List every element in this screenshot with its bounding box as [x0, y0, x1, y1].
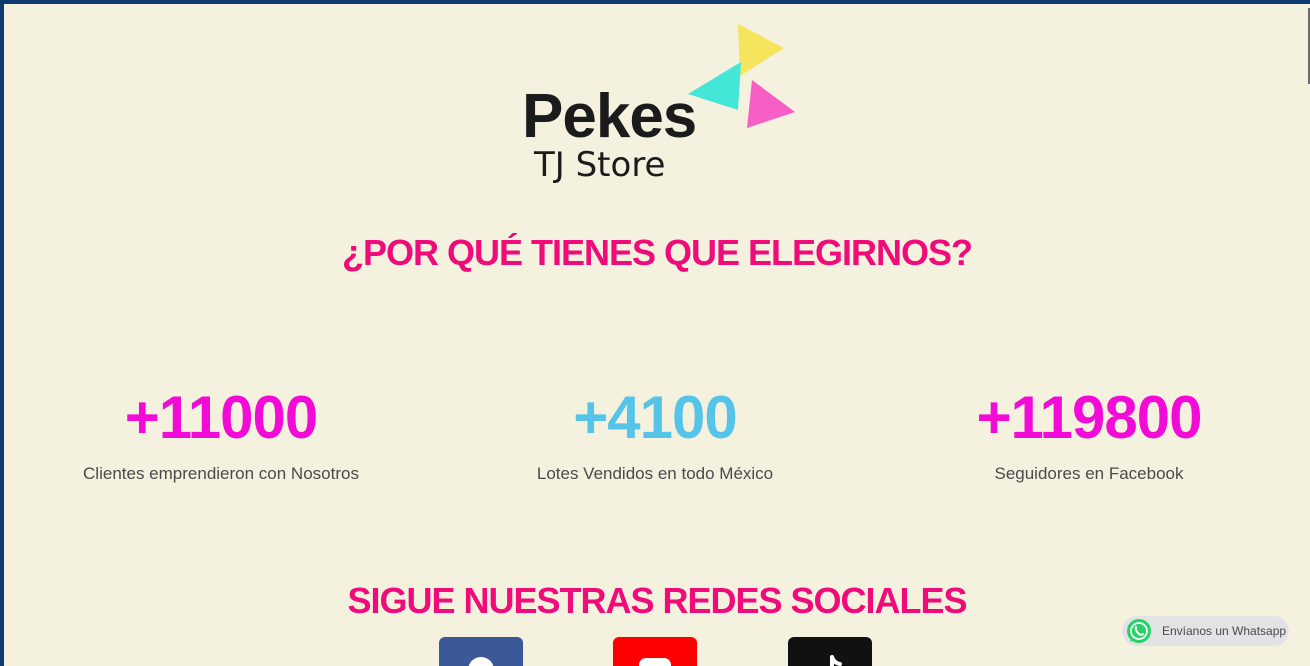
stat-clients: +11000 Clientes emprendieron con Nosotro… — [41, 388, 401, 484]
stat-lots: +4100 Lotes Vendidos en todo México — [475, 388, 835, 484]
logo[interactable]: Pekes TJ Store — [516, 18, 806, 198]
stat-label: Seguidores en Facebook — [994, 464, 1184, 483]
stat-value: +11000 — [124, 384, 319, 451]
why-us-heading: ¿POR QUÉ TIENES QUE ELEGIRNOS? — [341, 232, 973, 273]
youtube-button[interactable] — [613, 637, 697, 666]
tiktok-icon — [830, 655, 842, 666]
facebook-button[interactable] — [439, 637, 523, 666]
page: Pekes TJ Store ¿POR QUÉ TIENES QUE ELEGI… — [4, 4, 1310, 666]
facebook-icon — [468, 657, 494, 666]
stat-value: +119800 — [976, 384, 1203, 451]
tiktok-button[interactable] — [788, 637, 872, 666]
whatsapp-label: Envíanos un Whatsapp — [1162, 624, 1287, 638]
stat-followers: +119800 Seguidores en Facebook — [909, 388, 1269, 484]
whatsapp-icon — [1127, 619, 1151, 643]
logo-word-store: TJ Store — [534, 145, 666, 185]
youtube-icon — [639, 658, 671, 666]
whatsapp-button[interactable]: Envíanos un Whatsapp — [1122, 616, 1289, 646]
stat-label: Lotes Vendidos en todo México — [536, 464, 774, 483]
social-heading: SIGUE NUESTRAS REDES SOCIALES — [347, 580, 967, 621]
stat-label: Clientes emprendieron con Nosotros — [83, 464, 359, 483]
stat-value: +4100 — [573, 384, 738, 451]
logo-word-pekes: Pekes — [522, 82, 697, 151]
